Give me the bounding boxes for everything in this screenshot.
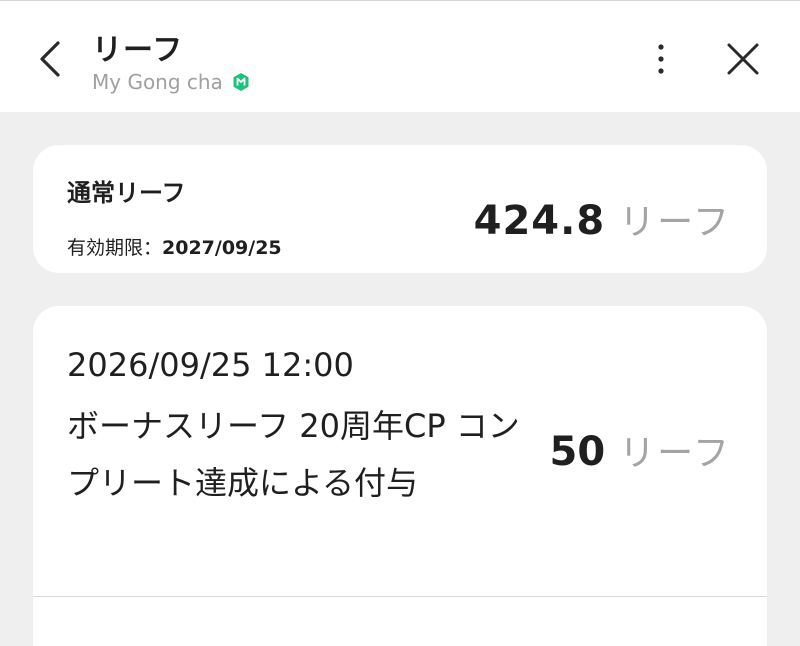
balance-amount: 424.8 リーフ [474,193,731,245]
history-datetime: 2026/09/25 12:00 [67,346,354,384]
more-vertical-icon [658,44,664,74]
back-button[interactable] [26,35,74,83]
verified-badge-icon [233,73,249,91]
close-button[interactable] [718,35,768,83]
history-list-item[interactable]: 2026/09/25 12:00 ボーナスリーフ 20周年CP コンプリート達成… [33,306,767,596]
balance-unit: リーフ [619,202,731,243]
account-subtitle: My Gong cha [92,69,251,95]
account-name: My Gong cha [92,70,223,94]
expiry-row: 有効期限： 2027/09/25 [67,233,282,260]
history-description: ボーナスリーフ 20周年CP コンプリート達成による付与 [67,407,520,502]
history-amount: 50 リーフ [549,424,731,476]
close-icon [727,43,759,75]
expiry-date: 2027/09/25 [162,237,282,259]
chevron-left-icon [40,41,60,77]
more-options-button[interactable] [638,35,684,83]
balance-type-label: 通常リーフ [67,179,186,207]
history-unit: リーフ [619,433,731,474]
app-header: リーフ My Gong cha [0,0,800,112]
list-divider [33,596,767,597]
expiry-label: 有効期限： [67,237,163,259]
page-title: リーフ [92,33,184,68]
history-value: 50 [549,429,606,475]
balance-card: 通常リーフ 有効期限： 2027/09/25 424.8 リーフ [33,145,767,273]
balance-value: 424.8 [473,198,606,244]
history-list: 2026/09/25 12:00 ボーナスリーフ 20周年CP コンプリート達成… [33,306,767,646]
